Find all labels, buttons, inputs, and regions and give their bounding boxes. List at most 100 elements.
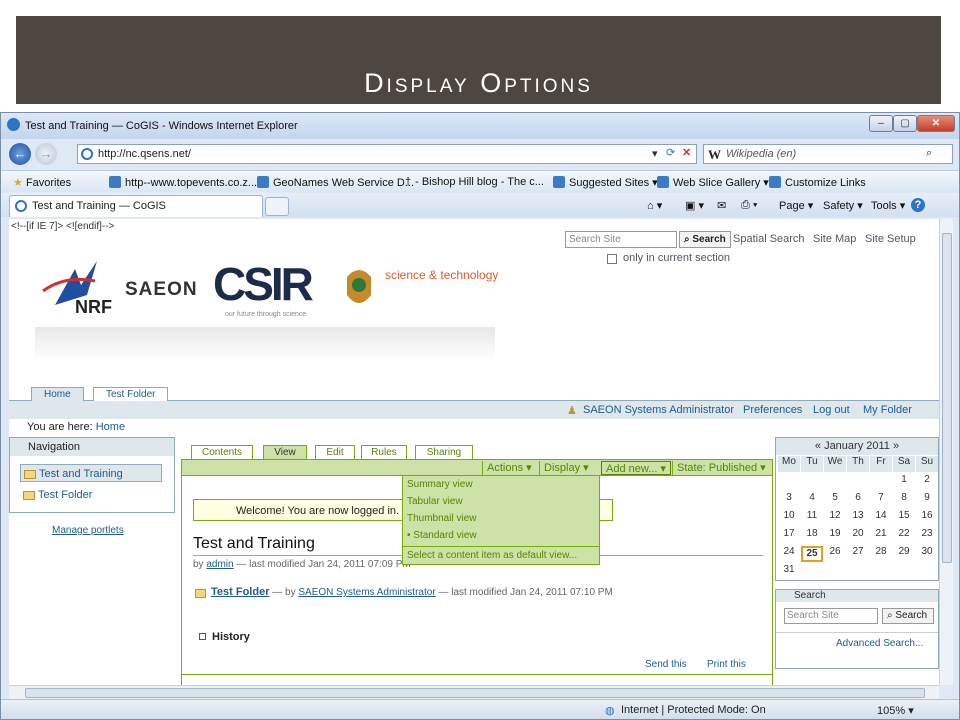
mail-icon[interactable]: ✉: [717, 199, 726, 212]
thumbnail-view-option[interactable]: Thumbnail view: [407, 513, 476, 524]
site-setup-link[interactable]: Site Setup: [865, 233, 916, 245]
tab-home[interactable]: Home: [31, 387, 84, 402]
tabular-view-option[interactable]: Tabular view: [407, 496, 463, 507]
tab-rules[interactable]: Rules: [361, 445, 407, 459]
scroll-thumb[interactable]: [942, 233, 952, 563]
only-current-section-checkbox[interactable]: [607, 254, 617, 264]
help-icon[interactable]: ?: [911, 198, 925, 212]
display-menu[interactable]: Display ▾: [539, 461, 593, 475]
logout-link[interactable]: Log out: [813, 404, 850, 416]
standard-view-option[interactable]: • Standard view: [407, 530, 477, 541]
calendar-day[interactable]: 30: [916, 546, 938, 562]
calendar-day[interactable]: 31: [778, 564, 800, 580]
calendar-day[interactable]: 8: [893, 492, 915, 508]
calendar-day[interactable]: 24: [778, 546, 800, 562]
calendar-day[interactable]: 18: [801, 528, 823, 544]
calendar-day[interactable]: 11: [801, 510, 823, 526]
print-icon[interactable]: ⎙ ▾: [741, 199, 757, 212]
calendar-day[interactable]: 14: [870, 510, 892, 526]
web-slice-gallery[interactable]: Web Slice Gallery ▾: [657, 176, 769, 189]
refresh-icon[interactable]: ⟳: [666, 146, 675, 159]
add-new-menu[interactable]: Add new... ▾: [601, 461, 671, 475]
calendar-day[interactable]: 3: [778, 492, 800, 508]
nav-item-test-folder[interactable]: Test Folder: [20, 486, 162, 504]
spatial-search-link[interactable]: Spatial Search: [733, 233, 805, 245]
calendar-day[interactable]: 13: [847, 510, 869, 526]
favorite-link-3[interactable]: † - Bishop Hill blog - The c...: [405, 176, 544, 188]
portlet-search-button[interactable]: ⌕ Search: [882, 608, 934, 624]
calendar-day[interactable]: 23: [916, 528, 938, 544]
feeds-icon[interactable]: ▣ ▾: [685, 199, 704, 212]
calendar-title[interactable]: « January 2011 »: [776, 438, 938, 455]
history-toggle[interactable]: History: [199, 631, 250, 643]
page-menu[interactable]: Page ▾: [779, 199, 813, 212]
zoom-level[interactable]: 105% ▾: [877, 704, 914, 717]
maximize-button[interactable]: ▢: [893, 115, 917, 132]
url-field[interactable]: http://nc.qsens.net/ ▾ ⟳ ✕: [77, 144, 697, 164]
calendar-day[interactable]: 9: [916, 492, 938, 508]
advanced-search-link[interactable]: Advanced Search...: [836, 638, 923, 649]
calendar-day[interactable]: 19: [824, 528, 846, 544]
favorites-button[interactable]: ★ Favorites: [13, 176, 71, 189]
safety-menu[interactable]: Safety ▾: [823, 199, 863, 212]
calendar-day[interactable]: 29: [893, 546, 915, 562]
site-search-input[interactable]: Search Site: [565, 231, 677, 248]
select-default-view-option[interactable]: Select a content item as default view...: [407, 550, 577, 561]
dropdown-icon[interactable]: ▾: [652, 147, 658, 160]
manage-portlets-link[interactable]: Manage portlets: [52, 525, 124, 536]
my-folder-link[interactable]: My Folder: [863, 404, 912, 416]
test-folder-link[interactable]: Test Folder: [211, 586, 269, 598]
calendar-day[interactable]: 16: [916, 510, 938, 526]
favorite-link-1[interactable]: http--www.topevents.co.z...: [109, 176, 257, 189]
calendar-today[interactable]: 25: [801, 546, 823, 562]
search-icon[interactable]: ⌕: [926, 147, 932, 160]
calendar-day[interactable]: 27: [847, 546, 869, 562]
suggested-sites[interactable]: Suggested Sites ▾: [553, 176, 658, 189]
minimize-button[interactable]: –: [869, 115, 893, 132]
tab-sharing[interactable]: Sharing: [415, 445, 473, 459]
calendar-day[interactable]: 10: [778, 510, 800, 526]
forward-button[interactable]: →: [35, 143, 57, 165]
calendar-day[interactable]: 2: [916, 474, 938, 490]
calendar-day[interactable]: 6: [847, 492, 869, 508]
tools-menu[interactable]: Tools ▾: [871, 199, 905, 212]
calendar-day[interactable]: 17: [778, 528, 800, 544]
breadcrumb-home[interactable]: Home: [96, 421, 125, 433]
portlet-search-input[interactable]: Search Site: [784, 608, 878, 624]
tab-view[interactable]: View: [263, 445, 307, 459]
calendar-day[interactable]: 26: [824, 546, 846, 562]
tab-test-folder[interactable]: Test Folder: [93, 387, 169, 402]
calendar-day[interactable]: 7: [870, 492, 892, 508]
summary-view-option[interactable]: Summary view: [407, 479, 473, 490]
web-search-field[interactable]: W Wikipedia (en) ⌕: [703, 144, 953, 164]
author-link[interactable]: admin: [206, 559, 233, 570]
calendar-day[interactable]: 4: [801, 492, 823, 508]
calendar-day[interactable]: 20: [847, 528, 869, 544]
calendar-day[interactable]: 12: [824, 510, 846, 526]
calendar-day[interactable]: 5: [824, 492, 846, 508]
actions-menu[interactable]: Actions ▾: [482, 461, 536, 475]
send-this-link[interactable]: Send this: [645, 659, 687, 670]
folder-author-link[interactable]: SAEON Systems Administrator: [298, 587, 435, 598]
tab-edit[interactable]: Edit: [315, 445, 355, 459]
state-menu[interactable]: State: Published ▾: [672, 461, 770, 475]
print-this-link[interactable]: Print this: [707, 659, 746, 670]
site-search-button[interactable]: ⌕ Search: [679, 231, 731, 248]
site-map-link[interactable]: Site Map: [813, 233, 856, 245]
home-icon[interactable]: ⌂ ▾: [647, 199, 662, 212]
calendar-day[interactable]: 21: [870, 528, 892, 544]
close-button[interactable]: ✕: [917, 115, 955, 132]
browser-tab-active[interactable]: Test and Training — CoGIS: [9, 195, 263, 217]
favorite-link-2[interactable]: GeoNames Web Service D...: [257, 176, 414, 189]
horizontal-scrollbar[interactable]: [9, 685, 939, 699]
nav-item-test-and-training[interactable]: Test and Training: [20, 464, 162, 482]
stop-icon[interactable]: ✕: [682, 146, 691, 159]
preferences-link[interactable]: Preferences: [743, 404, 802, 416]
tab-contents[interactable]: Contents: [191, 445, 253, 459]
calendar-day[interactable]: 15: [893, 510, 915, 526]
customize-links[interactable]: Customize Links: [769, 176, 866, 189]
back-button[interactable]: ←: [9, 143, 31, 165]
calendar-day[interactable]: 22: [893, 528, 915, 544]
calendar-day[interactable]: 28: [870, 546, 892, 562]
calendar-day[interactable]: 1: [893, 474, 915, 490]
